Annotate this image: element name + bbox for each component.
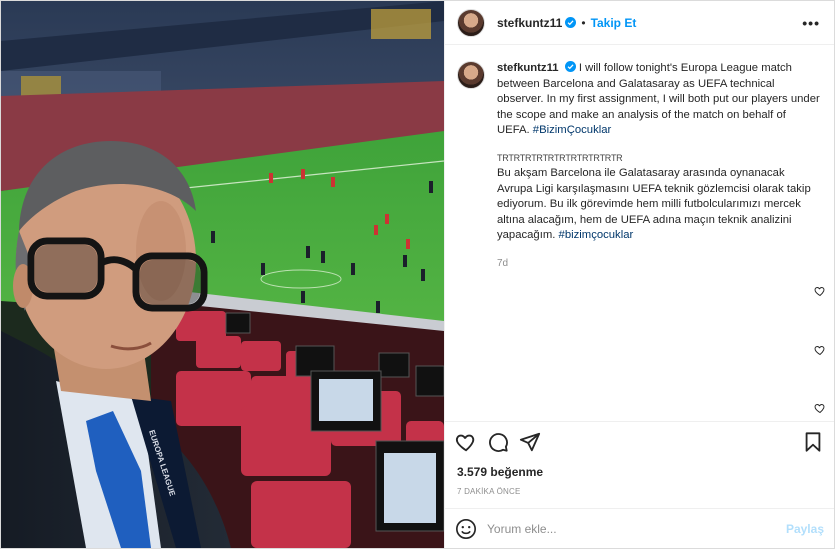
heart-icon[interactable] bbox=[455, 431, 477, 453]
post-side-panel: stefkuntz11 • Takip Et ••• stefkuntz11 I… bbox=[444, 1, 834, 548]
post-photo[interactable]: EUROPA LEAGUE bbox=[1, 1, 444, 548]
stadium-selfie-image: EUROPA LEAGUE bbox=[1, 1, 444, 548]
share-icon[interactable] bbox=[519, 431, 541, 453]
instagram-post-window: EUROPA LEAGUE stefkuntz11 • Takip Et •••… bbox=[0, 0, 835, 549]
verified-badge-icon bbox=[565, 17, 577, 28]
posted-time: 7 DAKİKA ÖNCE bbox=[457, 487, 521, 496]
likes-count[interactable]: 3.579 beğenme bbox=[445, 461, 834, 479]
comment-like-heart-icon[interactable] bbox=[814, 402, 826, 414]
bookmark-icon[interactable] bbox=[802, 431, 824, 453]
caption-text-tr-wrap: Bu akşam Barcelona ile Galatasaray arası… bbox=[497, 166, 820, 244]
caption-username[interactable]: stefkuntz11 bbox=[497, 62, 559, 74]
post-header: stefkuntz11 • Takip Et ••• bbox=[445, 1, 834, 45]
emoji-icon[interactable] bbox=[455, 518, 477, 540]
header-separator: • bbox=[581, 15, 586, 30]
more-options-icon[interactable]: ••• bbox=[802, 15, 820, 31]
hashtag-link-en[interactable]: #BizimÇocuklar bbox=[533, 124, 611, 136]
avatar[interactable] bbox=[457, 8, 485, 37]
follow-button[interactable]: Takip Et bbox=[591, 16, 637, 30]
caption-avatar[interactable] bbox=[457, 61, 485, 89]
post-comment-button[interactable]: Paylaş bbox=[786, 522, 824, 536]
caption-text-tr: Bu akşam Barcelona ile Galatasaray arası… bbox=[497, 167, 811, 241]
hashtag-link-tr[interactable]: #bizimçocuklar bbox=[559, 229, 634, 241]
post-actions-bar bbox=[445, 421, 834, 461]
comments-area: stefkuntz11 I will follow tonight's Euro… bbox=[445, 45, 834, 421]
comment-icon[interactable] bbox=[487, 431, 509, 453]
verified-badge-icon bbox=[564, 61, 576, 72]
comment-input[interactable] bbox=[487, 521, 786, 536]
caption-tick-line: ΤRΤRΤRΤRΤRΤRΤRΤRΤRΤRΤR bbox=[497, 152, 623, 163]
caption-time[interactable]: 7d bbox=[497, 256, 820, 272]
caption-text-block: stefkuntz11 I will follow tonight's Euro… bbox=[497, 61, 820, 271]
add-comment-bar: Paylaş bbox=[445, 508, 834, 548]
header-username[interactable]: stefkuntz11 bbox=[497, 16, 562, 30]
comment-like-heart-icon[interactable] bbox=[814, 285, 826, 297]
comment-like-heart-icon[interactable] bbox=[814, 344, 826, 356]
caption: stefkuntz11 I will follow tonight's Euro… bbox=[457, 61, 820, 271]
